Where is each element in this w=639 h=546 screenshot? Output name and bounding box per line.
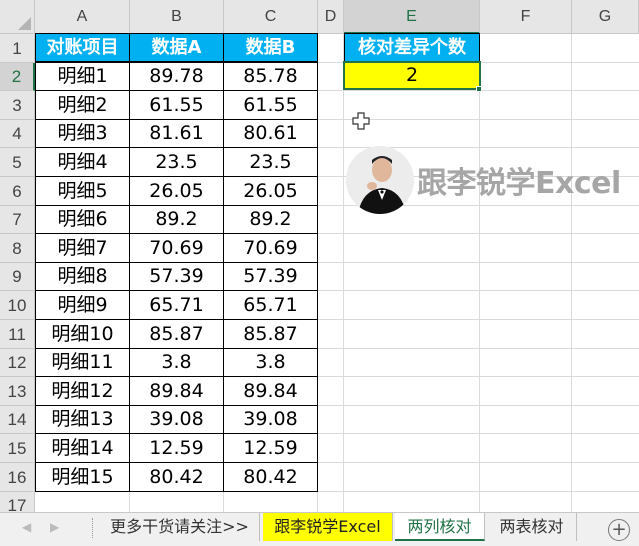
triangle-right-icon[interactable]: ▶ [50, 520, 59, 534]
table-cell-item[interactable]: 明细8 [35, 262, 130, 291]
tab-split-handle[interactable] [92, 518, 95, 538]
table-cell-data-b[interactable]: 65.71 [223, 290, 318, 320]
header-cell-data-a[interactable]: 数据A [129, 33, 224, 62]
plus-circle-icon[interactable]: + [608, 519, 630, 541]
table-cell-data-b[interactable]: 57.39 [223, 262, 318, 291]
summary-value-cell[interactable]: 2 [343, 61, 481, 90]
row-header-7[interactable]: 7 [0, 206, 35, 234]
table-cell-data-a[interactable]: 26.05 [129, 176, 224, 206]
table-cell-data-a[interactable]: 89.78 [129, 62, 224, 91]
table-cell-item[interactable]: 明细13 [35, 405, 130, 434]
grid-line [571, 34, 572, 512]
row-header-5[interactable]: 5 [0, 148, 35, 177]
row-header-3[interactable]: 3 [0, 91, 35, 120]
table-cell-item[interactable]: 明细15 [35, 462, 130, 492]
table-cell-data-a[interactable]: 39.08 [129, 405, 224, 434]
table-cell-item[interactable]: 明细9 [35, 290, 130, 320]
row-header-10[interactable]: 10 [0, 291, 35, 320]
table-cell-data-b[interactable]: 85.78 [223, 62, 318, 91]
table-cell-data-b[interactable]: 3.8 [223, 348, 318, 377]
row-header-9[interactable]: 9 [0, 263, 35, 291]
row-header-16[interactable]: 16 [0, 463, 35, 492]
column-header-d[interactable]: D [318, 0, 344, 34]
row-header-2[interactable]: 2 [0, 63, 35, 91]
fill-handle[interactable] [476, 86, 482, 92]
author-avatar [346, 146, 414, 214]
row-header-6[interactable]: 6 [0, 177, 35, 206]
table-cell-item[interactable]: 明细11 [35, 348, 130, 377]
header-cell-item[interactable]: 对账项目 [35, 33, 130, 62]
table-cell-data-a[interactable]: 57.39 [129, 262, 224, 291]
grid-line [479, 34, 480, 512]
table-cell-data-a[interactable]: 65.71 [129, 290, 224, 320]
table-cell-data-b[interactable]: 61.55 [223, 90, 318, 120]
row-header-4[interactable]: 4 [0, 120, 35, 148]
table-cell-data-a[interactable]: 70.69 [129, 233, 224, 263]
row-header-8[interactable]: 8 [0, 234, 35, 263]
table-cell-data-a[interactable]: 3.8 [129, 348, 224, 377]
select-all-triangle-icon [18, 17, 31, 30]
column-header-g[interactable]: G [572, 0, 639, 34]
table-cell-data-a[interactable]: 23.5 [129, 147, 224, 177]
table-cell-item[interactable]: 明细4 [35, 147, 130, 177]
select-all-corner[interactable] [0, 0, 35, 34]
table-cell-data-b[interactable]: 39.08 [223, 405, 318, 434]
table-cell-item[interactable]: 明细7 [35, 233, 130, 263]
table-cell-item[interactable]: 明细1 [35, 62, 130, 91]
table-cell-data-b[interactable]: 80.61 [223, 119, 318, 148]
table-cell-data-b[interactable]: 85.87 [223, 319, 318, 349]
table-cell-item[interactable]: 明细10 [35, 319, 130, 349]
summary-label-cell[interactable]: 核对差异个数 [344, 33, 480, 62]
row-header-13[interactable]: 13 [0, 377, 35, 406]
triangle-left-icon[interactable]: ◀ [22, 520, 31, 534]
grid-line [343, 34, 344, 512]
row-header-11[interactable]: 11 [0, 320, 35, 349]
table-cell-item[interactable]: 明细12 [35, 376, 130, 406]
sheet-tab-more[interactable]: 更多干货请关注>> [100, 513, 260, 541]
sheet-tab-two-column-check[interactable]: 两列核对 [395, 513, 485, 541]
row-header-1[interactable]: 1 [0, 34, 35, 63]
table-cell-data-b[interactable]: 89.2 [223, 205, 318, 234]
column-header-f[interactable]: F [480, 0, 572, 34]
watermark-text: 跟李锐学Excel [417, 166, 621, 201]
table-cell-data-b[interactable]: 26.05 [223, 176, 318, 206]
table-cell-data-a[interactable]: 12.59 [129, 433, 224, 463]
table-cell-data-a[interactable]: 85.87 [129, 319, 224, 349]
column-header-b[interactable]: B [130, 0, 224, 34]
table-cell-data-b[interactable]: 80.42 [223, 462, 318, 492]
table-cell-data-b[interactable]: 12.59 [223, 433, 318, 463]
table-cell-data-b[interactable]: 89.84 [223, 376, 318, 406]
column-header-e[interactable]: E [344, 0, 480, 34]
table-cell-data-b[interactable]: 70.69 [223, 233, 318, 263]
table-cell-item[interactable]: 明细3 [35, 119, 130, 148]
table-cell-data-a[interactable]: 81.61 [129, 119, 224, 148]
row-header-12[interactable]: 12 [0, 349, 35, 377]
sheet-tab-two-table-check[interactable]: 两表核对 [487, 513, 577, 541]
table-cell-item[interactable]: 明细5 [35, 176, 130, 206]
header-cell-data-b[interactable]: 数据B [223, 33, 318, 62]
column-header-a[interactable]: A [35, 0, 130, 34]
table-cell-item[interactable]: 明细14 [35, 433, 130, 463]
table-cell-data-a[interactable]: 61.55 [129, 90, 224, 120]
table-cell-item[interactable]: 明细2 [35, 90, 130, 120]
row-header-14[interactable]: 14 [0, 406, 35, 434]
table-cell-data-a[interactable]: 80.42 [129, 462, 224, 492]
sheet-tab-excel[interactable]: 跟李锐学Excel [263, 513, 393, 541]
row-header-15[interactable]: 15 [0, 434, 35, 463]
table-cell-data-b[interactable]: 23.5 [223, 147, 318, 177]
column-header-c[interactable]: C [224, 0, 318, 34]
cell-cursor-icon [352, 112, 370, 134]
table-cell-data-a[interactable]: 89.84 [129, 376, 224, 406]
table-cell-item[interactable]: 明细6 [35, 205, 130, 234]
table-cell-data-a[interactable]: 89.2 [129, 205, 224, 234]
